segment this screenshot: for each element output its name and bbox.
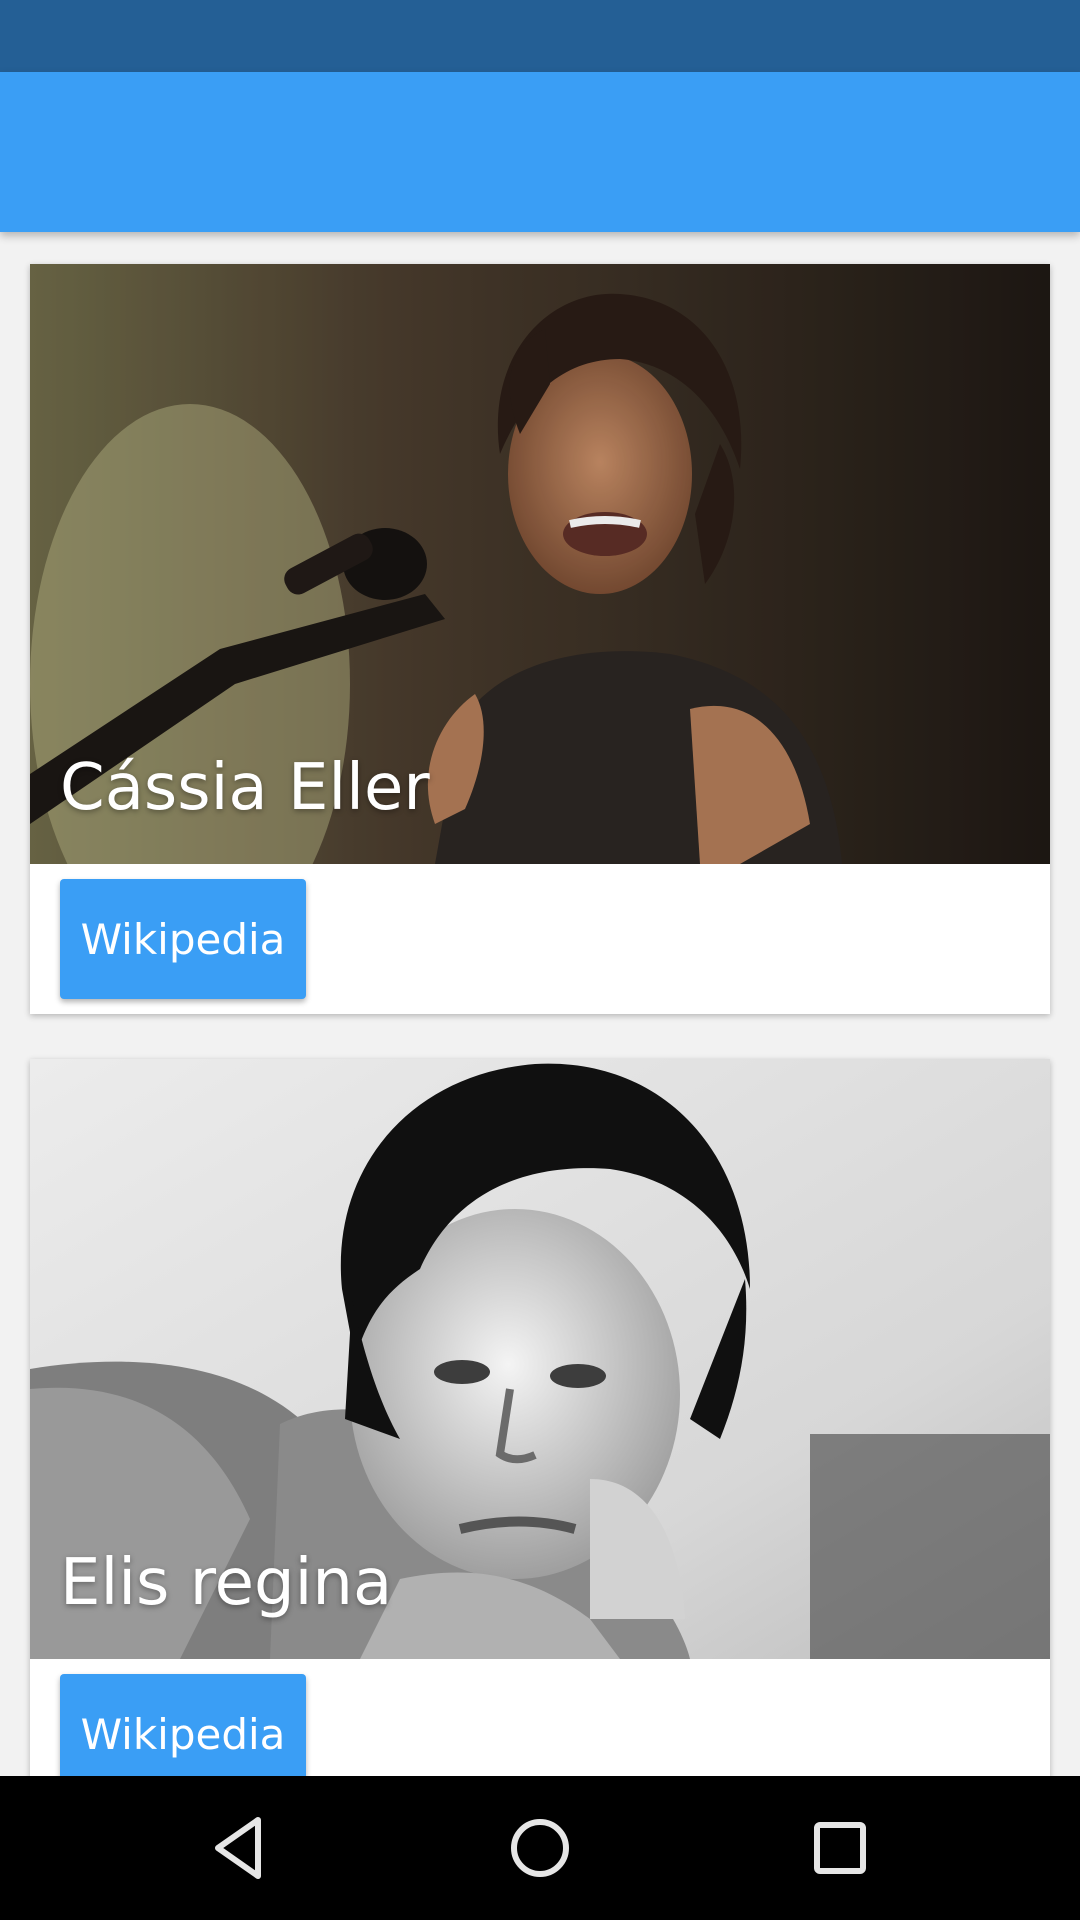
back-button[interactable] [190, 1798, 290, 1898]
circle-home-icon [511, 1819, 569, 1877]
recents-button[interactable] [790, 1798, 890, 1898]
artist-card: Elis regina Wikipedia [30, 1059, 1050, 1776]
wikipedia-button[interactable]: Wikipedia [60, 879, 306, 999]
artist-photo: Elis regina [30, 1059, 1050, 1659]
home-button[interactable] [490, 1798, 590, 1898]
artist-name: Elis regina [60, 1546, 393, 1620]
square-recents-icon [814, 1822, 866, 1874]
artist-photo: Cássia Eller [30, 264, 1050, 864]
status-bar [0, 0, 1080, 72]
artist-card: Cássia Eller Wikipedia [30, 264, 1050, 1014]
triangle-back-icon [215, 1817, 261, 1879]
navigation-bar [0, 1776, 1080, 1920]
wikipedia-button[interactable]: Wikipedia [60, 1674, 306, 1776]
card-feed[interactable]: Cássia Eller Wikipedia Elis regina Wikip… [0, 232, 1080, 1776]
app-bar [0, 72, 1080, 232]
artist-name: Cássia Eller [60, 751, 430, 825]
